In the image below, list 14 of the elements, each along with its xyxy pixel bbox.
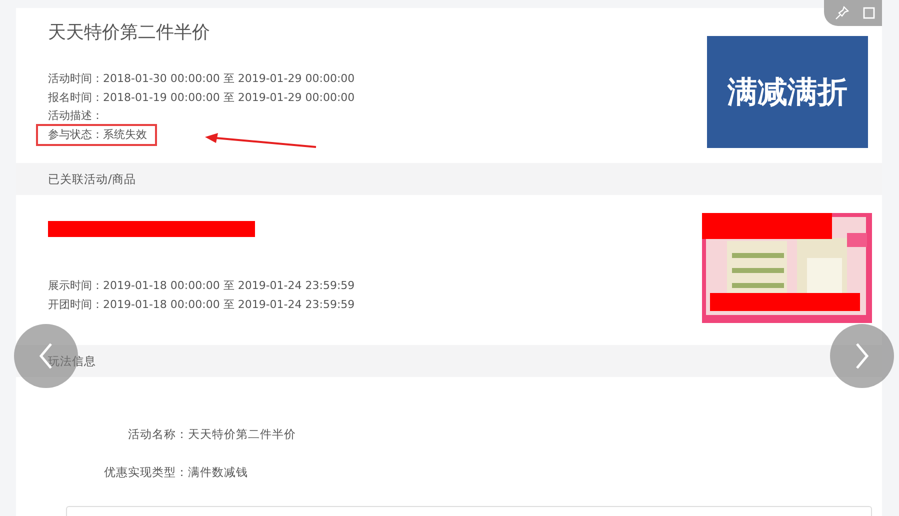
field-value: 满件数减钱 (188, 465, 248, 481)
section-title: 玩法信息 (48, 354, 96, 368)
field-text: 参与状态：系统失效 (48, 128, 147, 140)
field-label: 优惠实现类型： (103, 465, 188, 481)
field-value: 天天特价第二件半价 (188, 427, 296, 443)
banner-text: 满减满折 (728, 74, 848, 112)
field-text: 活动时间：2018-01-30 00:00:00 至 2019-01-29 00:00:00 (48, 72, 355, 85)
section-title: 已关联活动/商品 (48, 172, 136, 186)
field-label: 活动名称： (127, 427, 188, 443)
field-text: 活动描述： (48, 109, 103, 122)
activity-title: 天天特价第二件半价 (48, 21, 211, 45)
field-text: 展示时间：2019-01-18 00:00:00 至 2019-01-24 23:59:59 (48, 279, 355, 292)
field-text: 开团时间：2019-01-18 00:00:00 至 2019-01-24 23:59:59 (48, 298, 355, 310)
field-text: 报名时间：2018-01-19 00:00:00 至 2019-01-29 00:00:00 (48, 90, 355, 104)
